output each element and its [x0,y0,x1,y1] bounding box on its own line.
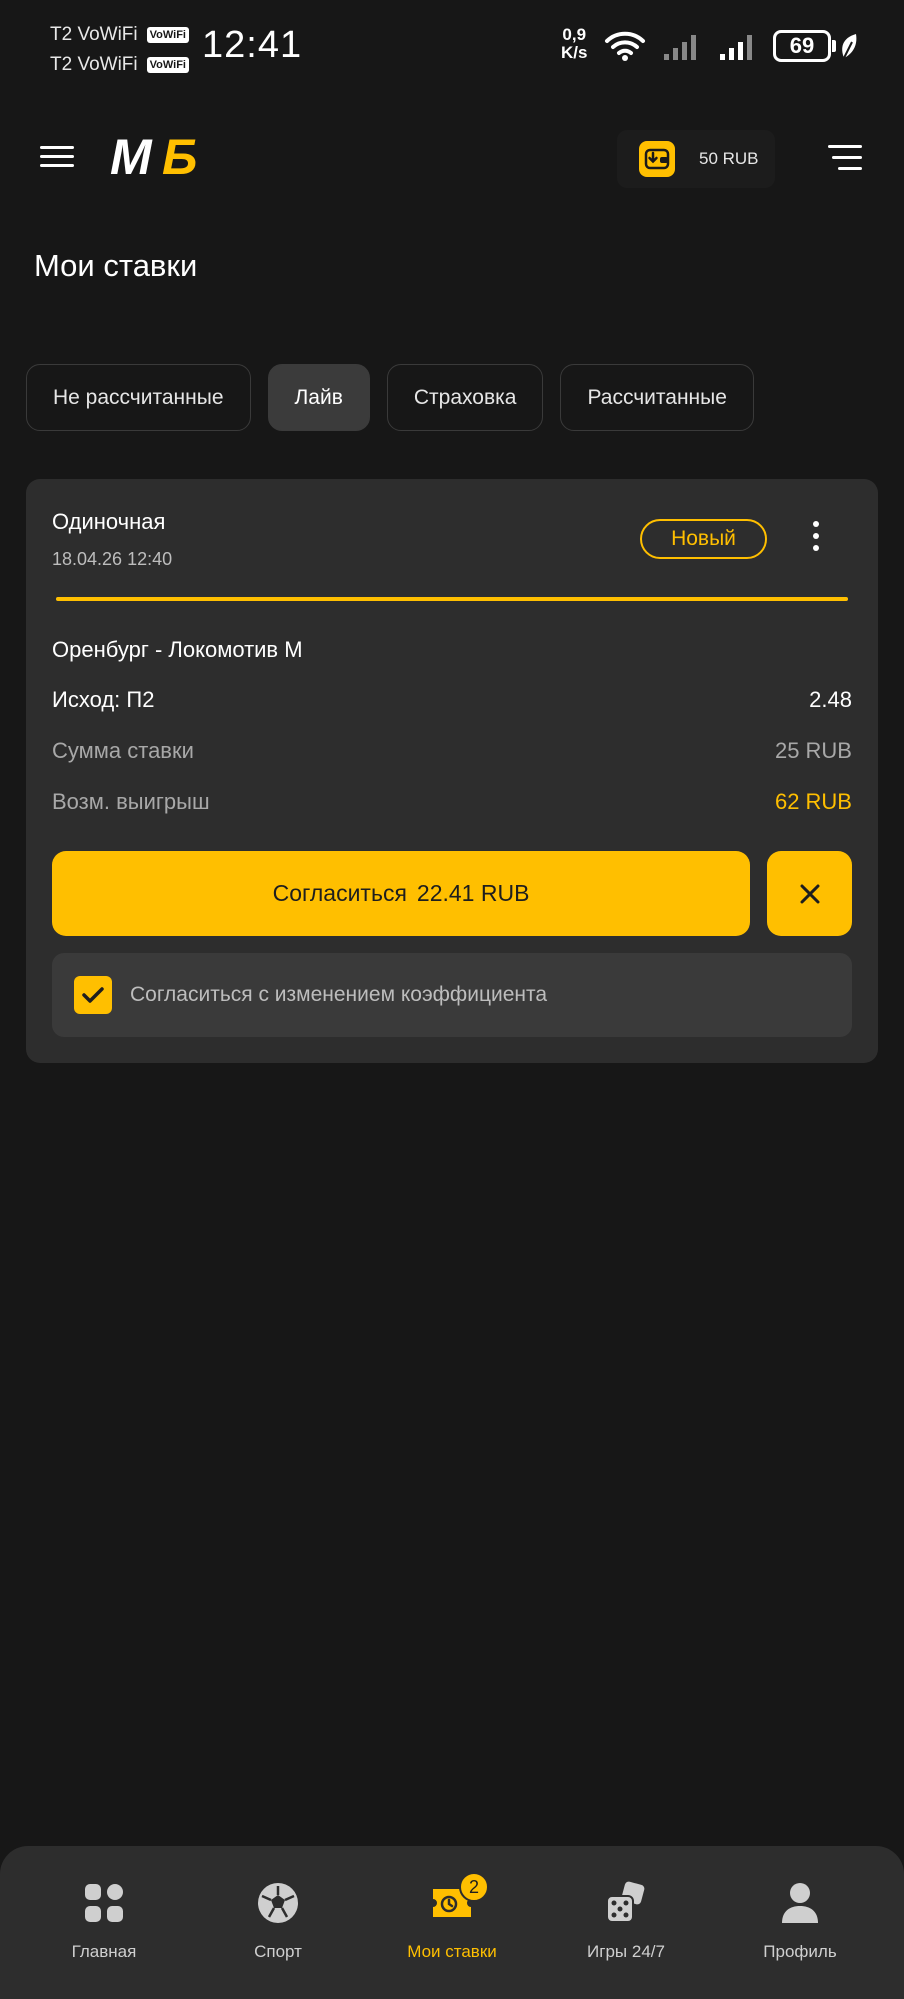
accept-button-amount: 22.41 RUB [416,880,530,906]
tab-insurance[interactable]: Страховка [386,364,544,431]
battery-tip [832,40,836,52]
filter-icon[interactable] [826,145,862,175]
bet-card: Одиночная 18.04.26 12:40 Новый Оренбург … [26,479,878,1063]
dice-icon [603,1880,649,1926]
nav-item-sport[interactable]: Спорт [198,1880,358,1962]
brand-logo: М Б [110,132,197,180]
bet-progress-fill [56,597,848,601]
outcome-row: Исход: П2 2.48 [52,687,852,713]
agree-odds-change-row: Согласиться с изменением коэффициента [52,953,852,1037]
match-name: Оренбург - Локомотив М [52,637,303,662]
decline-button[interactable] [767,851,852,936]
carrier-name-1: T2 VoWiFi [50,24,138,45]
wallet-icon [639,141,675,177]
svg-text:Б: Б [162,132,197,180]
carrier-row-1: T2 VoWiFi VoWiFi [50,20,189,50]
checkmark-icon [82,987,104,1003]
network-speed-value: 0,9 [562,25,587,44]
agree-odds-change-label: Согласиться с изменением коэффициента [130,983,548,1006]
my-bets-count-badge: 2 [459,1872,489,1902]
ticket-clock-icon: 2 [429,1872,489,1926]
accept-cashout-button[interactable]: Согласиться 22.41 RUB [52,851,750,936]
bottom-navigation: Главная Спорт 2 Мои ставки Игры 24/7 Про… [0,1846,904,1999]
carrier-info: T2 VoWiFi VoWiFi T2 VoWiFi VoWiFi [50,20,189,80]
hamburger-menu-icon[interactable] [40,140,80,180]
nav-item-home[interactable]: Главная [24,1880,184,1962]
bet-tabs: Не рассчитанные Лайв Страховка Рассчитан… [26,364,771,431]
bet-progress-bar [56,597,848,601]
carrier-name-2: T2 VoWiFi [50,54,138,75]
person-icon [777,1880,823,1926]
tab-unsettled[interactable]: Не рассчитанные [26,364,251,431]
tab-live[interactable]: Лайв [267,364,370,431]
tab-settled[interactable]: Рассчитанные [560,364,754,431]
status-badge: Новый [640,519,767,559]
nav-label-profile: Профиль [763,1942,837,1961]
home-grid-icon [81,1880,127,1926]
accept-button-label: Согласиться [272,880,407,906]
carrier-row-2: T2 VoWiFi VoWiFi [50,50,189,80]
wifi-icon [605,31,645,61]
battery-level: 69 [789,33,815,58]
vowifi-badge-1: VoWiFi [146,27,189,43]
nav-label-my-bets: Мои ставки [407,1942,497,1961]
outcome-label: Исход: П2 [52,687,155,712]
nav-label-games: Игры 24/7 [587,1942,665,1961]
stake-row: Сумма ставки 25 RUB [52,738,852,764]
close-icon [800,884,819,903]
outcome-odds: 2.48 [809,687,852,712]
wallet-balance-button[interactable]: 50 RUB [617,130,775,188]
wallet-balance-text: 50 RUB [699,149,759,168]
nav-label-sport: Спорт [254,1942,302,1961]
more-options-icon[interactable] [806,521,826,561]
nav-item-games[interactable]: Игры 24/7 [546,1880,706,1962]
vowifi-badge-2: VoWiFi [146,57,189,73]
battery-indicator: 69 [773,30,831,62]
svg-text:М: М [110,132,153,180]
page-title: Мои ставки [34,248,198,283]
win-label: Возм. выигрыш [52,789,210,814]
nav-label-home: Главная [71,1942,137,1961]
nav-item-my-bets[interactable]: 2 Мои ставки [372,1872,532,1962]
stake-value: 25 RUB [774,738,852,763]
nav-item-profile[interactable]: Профиль [720,1880,880,1962]
stake-label: Сумма ставки [52,738,194,763]
signal-strength-icon-2 [720,35,752,60]
bet-date: 18.04.26 12:40 [52,549,173,569]
signal-strength-icon [664,35,696,60]
win-row: Возм. выигрыш 62 RUB [52,789,852,815]
status-bar: T2 VoWiFi VoWiFi T2 VoWiFi VoWiFi 12:41 … [0,0,904,90]
soccer-ball-icon [255,1880,301,1926]
network-speed: 0,9 K/s [561,26,587,62]
agree-odds-change-checkbox[interactable] [74,976,112,1014]
bet-type: Одиночная [52,509,166,534]
battery-saver-leaf-icon [842,34,857,59]
win-value: 62 RUB [774,789,852,814]
network-speed-unit: K/s [561,43,588,62]
status-clock: 12:41 [202,24,303,66]
